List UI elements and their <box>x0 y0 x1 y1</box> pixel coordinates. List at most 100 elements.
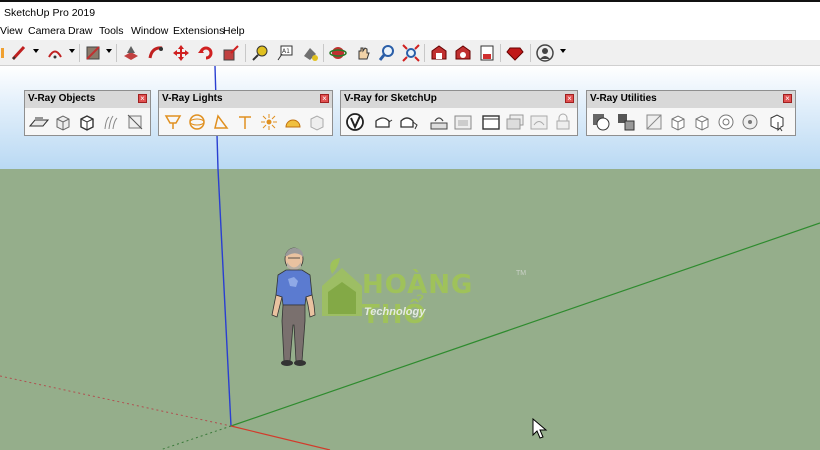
material-icon[interactable] <box>590 111 611 132</box>
menu-camera[interactable]: Camera <box>28 25 65 37</box>
rotate-icon[interactable] <box>195 42 217 64</box>
vray-lights-palette[interactable]: V-Ray Lights × <box>158 90 333 136</box>
red-axis <box>230 425 331 450</box>
toolbar-separator <box>245 44 246 62</box>
follow-me-icon[interactable] <box>145 42 167 64</box>
zoom-extents-icon[interactable] <box>400 42 422 64</box>
sphere-light-icon[interactable] <box>186 111 207 132</box>
vray-for-sketchup-palette[interactable]: V-Ray for SketchUp × <box>340 90 578 136</box>
palette-title: V-Ray Lights <box>162 93 223 104</box>
texture-icon[interactable] <box>715 111 736 132</box>
vray-fur-icon[interactable] <box>100 111 121 132</box>
warehouse-icon[interactable] <box>428 42 450 64</box>
interactive-render-icon[interactable] <box>398 111 419 132</box>
mouse-cursor-icon <box>532 418 548 439</box>
paint-bucket-icon[interactable] <box>82 42 104 64</box>
palette-icons <box>587 108 795 135</box>
frame-icon[interactable] <box>480 111 501 132</box>
tape-measure-icon[interactable] <box>249 42 271 64</box>
scale-figure <box>271 247 316 366</box>
layout-icon[interactable] <box>476 42 498 64</box>
toolbar-separator <box>116 44 117 62</box>
zoom-icon[interactable] <box>376 42 398 64</box>
palette-title: V-Ray Utilities <box>590 93 657 104</box>
palette-title: V-Ray for SketchUp <box>344 93 437 104</box>
menu-bar: View Camera Draw Tools Window Extensions… <box>0 22 820 40</box>
vray-logo-icon[interactable] <box>344 111 365 132</box>
sphere-icon[interactable] <box>739 111 760 132</box>
menu-help[interactable]: Help <box>223 25 245 37</box>
account-dropdown-icon[interactable] <box>560 49 566 53</box>
push-pull-icon[interactable] <box>120 42 142 64</box>
pencil-icon[interactable] <box>8 42 30 64</box>
dome-light-icon[interactable] <box>282 111 303 132</box>
app-title: SketchUp Pro 2019 <box>4 7 96 19</box>
svg-text:A1: A1 <box>282 48 290 55</box>
move-icon[interactable] <box>170 42 192 64</box>
palette-header[interactable]: V-Ray Objects × <box>25 91 150 108</box>
vray-plane-icon[interactable] <box>28 111 49 132</box>
proxy-export-icon[interactable] <box>615 111 636 132</box>
arc-icon[interactable] <box>44 42 66 64</box>
close-icon[interactable]: × <box>138 94 147 103</box>
account-icon[interactable] <box>534 42 556 64</box>
red-axis-dotted <box>0 375 232 427</box>
text-icon[interactable]: A1 <box>274 42 296 64</box>
unwrap-icon[interactable] <box>643 111 664 132</box>
palette-icons <box>341 108 577 135</box>
toolbar-separator <box>500 44 501 62</box>
watermark-brand: HOÀNG THỔ <box>362 270 474 330</box>
title-bar: SketchUp Pro 2019 <box>0 0 820 22</box>
menu-view[interactable]: View <box>0 25 23 37</box>
pick-icon[interactable] <box>767 111 788 132</box>
palette-title: V-Ray Objects <box>28 93 96 104</box>
vray-box-icon[interactable] <box>52 111 73 132</box>
menu-draw[interactable]: Draw <box>68 25 93 37</box>
paint-icon[interactable] <box>299 42 321 64</box>
batch-icon[interactable] <box>504 111 525 132</box>
pencil-dropdown-icon[interactable] <box>33 49 39 53</box>
arc-dropdown-icon[interactable] <box>69 49 75 53</box>
cube-a-icon[interactable] <box>667 111 688 132</box>
rect-light-icon[interactable] <box>162 111 183 132</box>
palette-header[interactable]: V-Ray Utilities × <box>587 91 795 108</box>
palette-header[interactable]: V-Ray Lights × <box>159 91 332 108</box>
vray-objects-palette[interactable]: V-Ray Objects × <box>24 90 151 136</box>
palette-icons <box>159 108 332 135</box>
vray-proxy-icon[interactable] <box>76 111 97 132</box>
palette-header[interactable]: V-Ray for SketchUp × <box>341 91 577 108</box>
toolbar-separator <box>79 44 80 62</box>
cloud-upload-icon[interactable] <box>528 111 549 132</box>
spot-light-icon[interactable] <box>210 111 231 132</box>
pan-icon[interactable] <box>352 42 374 64</box>
watermark-logo: HOÀNG THỔ TM Technology <box>318 256 538 330</box>
ies-light-icon[interactable] <box>234 111 255 132</box>
blue-axis-lower <box>217 168 232 427</box>
toolbar-separator <box>323 44 324 62</box>
close-icon[interactable]: × <box>565 94 574 103</box>
green-axis-dotted <box>159 425 232 450</box>
menu-window[interactable]: Window <box>131 25 168 37</box>
mesh-light-icon[interactable] <box>306 111 327 132</box>
vray-utilities-palette[interactable]: V-Ray Utilities × <box>586 90 796 136</box>
cube-b-icon[interactable] <box>691 111 712 132</box>
extension-warehouse-icon[interactable] <box>452 42 474 64</box>
orbit-icon[interactable] <box>327 42 349 64</box>
omni-light-icon[interactable] <box>258 111 279 132</box>
ruby-icon[interactable] <box>504 42 526 64</box>
lock-icon[interactable] <box>552 111 573 132</box>
menu-extensions[interactable]: Extensions <box>173 25 224 37</box>
toolbar-separator <box>424 44 425 62</box>
close-icon[interactable]: × <box>320 94 329 103</box>
vray-clipper-icon[interactable] <box>124 111 145 132</box>
menu-tools[interactable]: Tools <box>99 25 124 37</box>
close-icon[interactable]: × <box>783 94 792 103</box>
watermark-sub: Technology <box>364 306 426 318</box>
render-cloud-icon[interactable] <box>428 111 449 132</box>
scale-icon[interactable] <box>220 42 242 64</box>
palette-icons <box>25 108 150 135</box>
main-toolbar: A1 <box>0 40 820 66</box>
frame-buffer-icon[interactable] <box>452 111 473 132</box>
render-icon[interactable] <box>372 111 393 132</box>
paint-dropdown-icon[interactable] <box>106 49 112 53</box>
